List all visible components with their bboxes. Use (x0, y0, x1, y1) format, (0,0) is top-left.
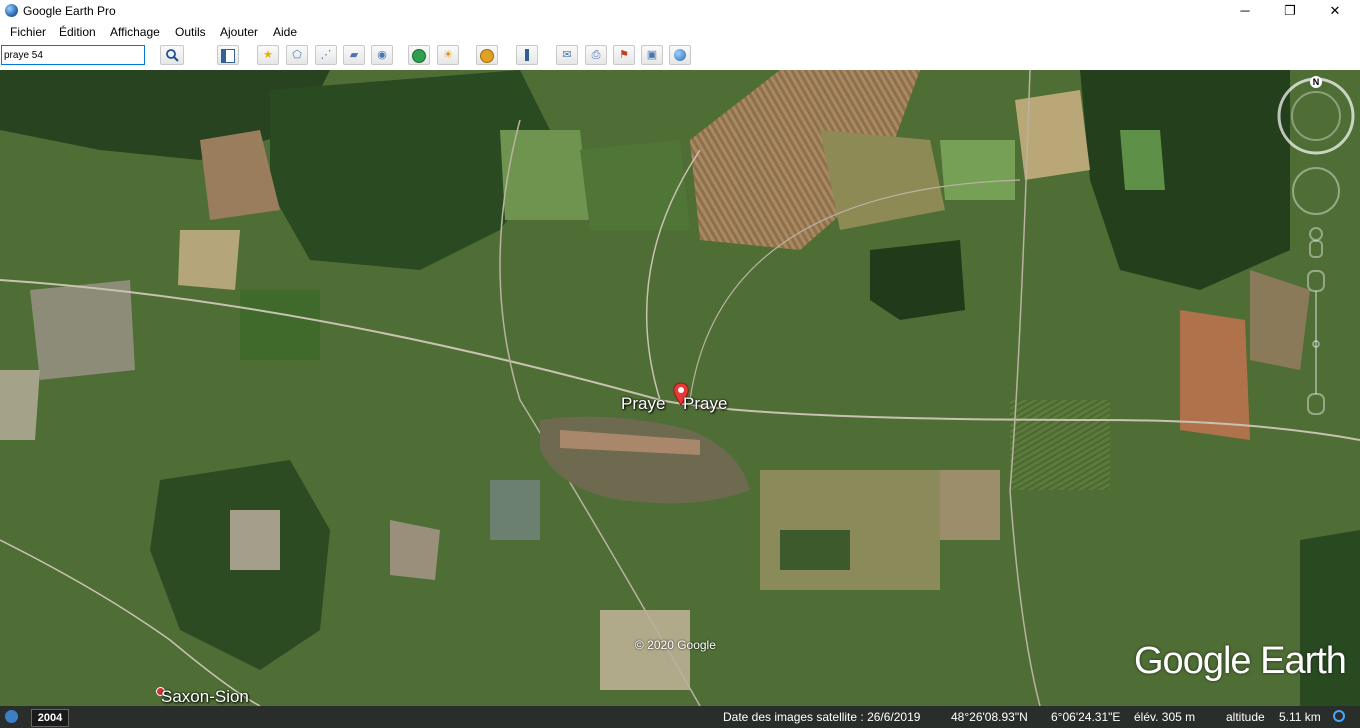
polygon-icon: ⬠ (292, 49, 302, 61)
latitude-readout: 48°26'08.93"N (951, 710, 1028, 724)
switch-planet-button[interactable] (476, 45, 498, 65)
earth-view-button[interactable] (669, 45, 691, 65)
minimize-button[interactable]: ─ (1222, 0, 1268, 22)
tour-icon: ◉ (377, 49, 387, 61)
maximize-button[interactable]: ❐ (1267, 0, 1313, 22)
ruler-button[interactable] (516, 45, 538, 65)
sidebar-toggle-button[interactable] (217, 45, 239, 65)
email-icon: ✉ (562, 49, 572, 61)
search-icon (166, 49, 179, 62)
imagery-year-badge[interactable]: 2004 (31, 709, 69, 727)
altitude-value: 5.11 km (1279, 710, 1321, 724)
status-bar: 2004 Date des images satellite : 26/6/20… (0, 706, 1360, 728)
placemark-icon: ★ (263, 49, 273, 61)
path-icon: ⋰ (320, 49, 332, 61)
email-button[interactable]: ✉ (556, 45, 578, 65)
altitude-label: altitude (1226, 710, 1265, 724)
compass-north-indicator[interactable]: N (1310, 76, 1322, 88)
streaming-progress-icon (1333, 710, 1345, 722)
sunlight-button[interactable]: ☀ (437, 45, 459, 65)
view-in-maps-button[interactable]: ⚑ (613, 45, 635, 65)
record-tour-button[interactable]: ◉ (371, 45, 393, 65)
search-button[interactable] (160, 45, 184, 65)
zoom-out-icon[interactable] (1307, 393, 1325, 415)
menu-aide[interactable]: Aide (273, 25, 297, 39)
historical-imagery-button[interactable] (408, 45, 430, 65)
menu-ajouter[interactable]: Ajouter (220, 25, 258, 39)
longitude-readout: 6°06'24.31"E (1051, 710, 1121, 724)
globe-icon (674, 49, 686, 61)
look-ring[interactable] (1277, 77, 1355, 155)
save-image-button[interactable]: ▣ (641, 45, 663, 65)
move-ring[interactable] (1292, 167, 1340, 215)
menu-bar: Fichier Édition Affichage Outils Ajouter… (0, 22, 1360, 42)
imagery-date: Date des images satellite : 26/6/2019 (723, 710, 921, 724)
elevation-readout: élév. 305 m (1134, 710, 1196, 724)
copyright-notice: © 2020 Google (635, 638, 716, 652)
zoom-in-icon[interactable] (1307, 270, 1325, 292)
navigation-controls (1277, 77, 1355, 415)
search-input[interactable] (1, 45, 145, 65)
ruler-icon (525, 49, 529, 61)
menu-edition[interactable]: Édition (59, 25, 96, 39)
sidebar-icon (221, 49, 235, 63)
add-path-button[interactable]: ⋰ (315, 45, 337, 65)
historical-imagery-icon[interactable] (5, 710, 18, 723)
window-title: Google Earth Pro (23, 4, 116, 18)
image-overlay-icon: ▰ (349, 49, 359, 61)
save-image-icon: ▣ (646, 49, 658, 61)
google-earth-app-icon (5, 4, 18, 17)
title-bar: Google Earth Pro ─ ❐ ✕ (0, 0, 1360, 22)
menu-outils[interactable]: Outils (175, 25, 206, 39)
street-view-icon[interactable] (1309, 227, 1323, 241)
sun-icon: ☀ (443, 49, 453, 61)
close-button[interactable]: ✕ (1312, 0, 1358, 22)
print-icon: ⎙ (591, 49, 601, 61)
toolbar: ★ ⬠ ⋰ ▰ ◉ ☀ ✉ ⎙ ⚑ ▣ (0, 42, 1360, 71)
add-placemark-button[interactable]: ★ (257, 45, 279, 65)
place-label-praye-2[interactable]: Praye (683, 394, 727, 414)
menu-affichage[interactable]: Affichage (110, 25, 160, 39)
google-earth-logo: Google Earth (1134, 640, 1347, 682)
add-image-overlay-button[interactable]: ▰ (343, 45, 365, 65)
map-view[interactable]: Praye Praye Saxon-Sion © 2020 Google Goo… (0, 70, 1360, 706)
menu-fichier[interactable]: Fichier (10, 25, 46, 39)
print-button[interactable]: ⎙ (585, 45, 607, 65)
place-label-praye[interactable]: Praye (621, 394, 665, 414)
map-icon: ⚑ (619, 49, 629, 61)
place-label-saxon-sion[interactable]: Saxon-Sion (161, 687, 249, 706)
planet-icon (480, 49, 494, 63)
add-polygon-button[interactable]: ⬠ (286, 45, 308, 65)
clock-icon (412, 49, 426, 63)
